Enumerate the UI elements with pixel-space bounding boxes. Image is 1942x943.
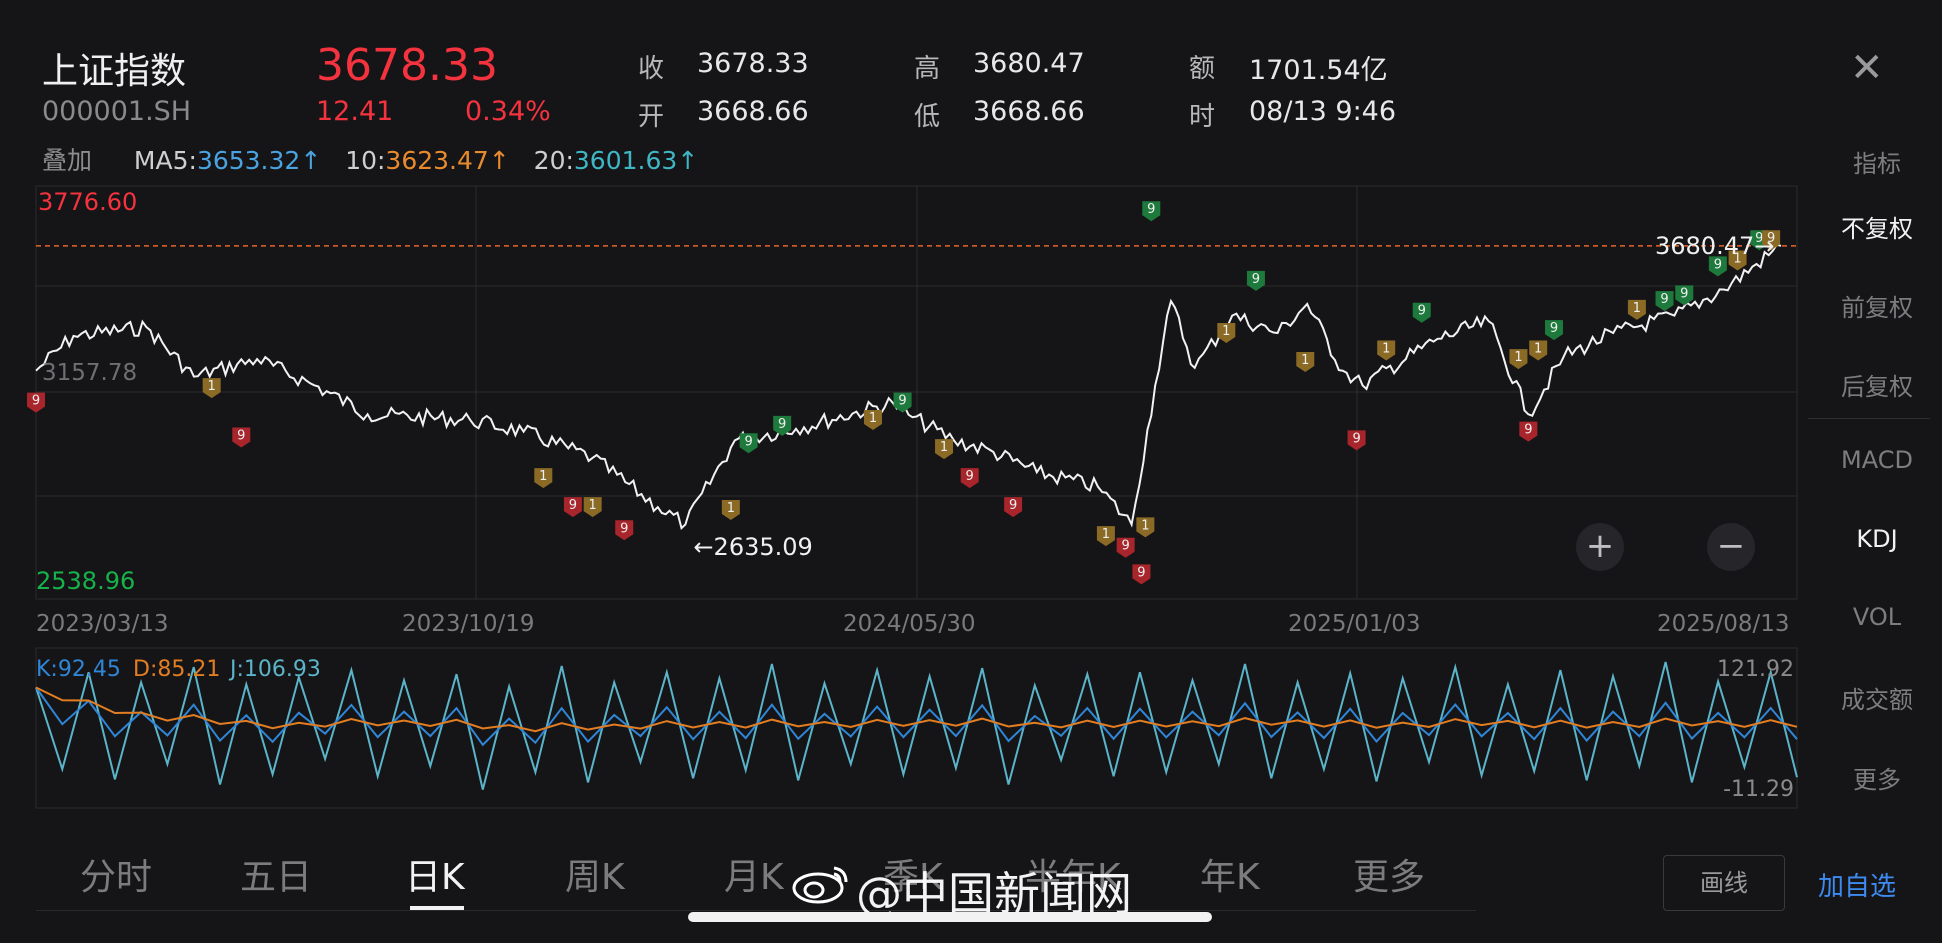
kdj-k-label: K:92.45 — [36, 657, 121, 682]
draw-line-button[interactable]: 画线 — [1663, 855, 1785, 911]
marker-label: 9 — [237, 428, 245, 443]
td-signal-marker: 9 — [1246, 270, 1265, 291]
marker-label: 1 — [940, 440, 948, 455]
x-axis-label: 2025/01/03 — [1288, 611, 1421, 637]
tab-monthly-k[interactable]: 月K — [724, 848, 784, 900]
marker-label: 9 — [1352, 431, 1360, 446]
marker-label: 1 — [539, 469, 547, 484]
marker-label: 9 — [1550, 321, 1558, 336]
zoom-in-button[interactable]: + — [1576, 523, 1624, 571]
marker-label: 1 — [1534, 341, 1542, 356]
marker-label: 1 — [1514, 350, 1522, 365]
td-signal-marker: 1 — [1096, 526, 1115, 547]
y-mid-label: 3157.78 — [42, 360, 137, 386]
marker-label: 9 — [1660, 292, 1668, 307]
tab-bar-divider — [36, 910, 1476, 911]
kdj-max-label: 121.92 — [1717, 657, 1794, 682]
td-signal-marker: 1 — [1627, 299, 1646, 320]
marker-label: 1 — [1633, 301, 1641, 316]
weibo-logo-icon — [792, 866, 848, 904]
kdj-min-label: -11.29 — [1723, 777, 1794, 802]
td-signal-marker: 9 — [1116, 537, 1135, 558]
marker-label: 1 — [869, 411, 877, 426]
marker-label: 9 — [1252, 272, 1260, 287]
td-signal-marker: 1 — [935, 439, 954, 460]
td-signal-marker: 9 — [563, 497, 582, 518]
chart-canvas[interactable]: 91919 19199 1919919199911919191919 99 19 9←26… — [0, 0, 1942, 943]
marker-label: 9 — [898, 394, 906, 409]
marker-label: 9 — [1137, 565, 1145, 580]
td-signal-marker: 1 — [1529, 340, 1548, 361]
marker-label: 1 — [1301, 353, 1309, 368]
td-signal-marker: 9 — [1412, 302, 1431, 323]
td-signal-marker: 1 — [202, 378, 221, 399]
marker-label: 9 — [569, 498, 577, 513]
kdj-d-label: D:85.21 — [133, 657, 220, 682]
tab-intraday[interactable]: 分时 — [80, 848, 152, 900]
marker-label: 9 — [1524, 423, 1532, 438]
kdj-j-label: J:106.93 — [228, 657, 321, 682]
td-signal-marker: 9 — [1675, 285, 1694, 306]
home-indicator — [688, 912, 1212, 922]
td-signal-marker: 9 — [1519, 421, 1538, 442]
td-signal-marker: 1 — [1377, 340, 1396, 361]
td-signal-marker: 1 — [583, 497, 602, 518]
tab-more[interactable]: 更多 — [1353, 848, 1425, 900]
td-signal-marker: 9 — [739, 433, 758, 454]
tab-daily-k[interactable]: 日K — [405, 848, 465, 900]
price-line — [35, 243, 1782, 530]
marker-label: 9 — [778, 417, 786, 432]
marker-label: 9 — [620, 521, 628, 536]
marker-label: 1 — [589, 498, 597, 513]
marker-label: 9 — [1147, 202, 1155, 217]
marker-label: 1 — [208, 379, 216, 394]
marker-label: 9 — [744, 434, 752, 449]
marker-label: 9 — [1418, 304, 1426, 319]
td-signal-marker: 1 — [1136, 517, 1155, 538]
td-signal-marker: 9 — [893, 392, 912, 413]
marker-label: 1 — [1102, 527, 1110, 542]
kdj-chart: K:92.45 D:85.21 J:106.93 121.92 -11.29 — [35, 657, 1798, 802]
td-signal-marker: 9 — [232, 427, 251, 448]
marker-label: 9 — [966, 469, 974, 484]
min-annotation: ←2635.09 — [693, 533, 812, 561]
td-signal-marker: 1 — [1509, 349, 1528, 370]
kdj-k-line — [35, 686, 1798, 747]
td-signal-marker: 1 — [1296, 352, 1315, 373]
price-chart: 91919 19199 1919919199911919191919 99 19 9←26… — [27, 188, 1797, 637]
marker-label: 9 — [1121, 539, 1129, 554]
marker-label: 9 — [1009, 498, 1017, 513]
marker-label: 1 — [727, 501, 735, 516]
td-signal-marker: 9 — [1142, 201, 1161, 222]
td-signal-marker: 1 — [863, 410, 882, 431]
y-min-label: 2538.96 — [36, 567, 135, 595]
marker-label: 9 — [32, 394, 40, 409]
x-axis-label: 2025/08/13 — [1657, 611, 1790, 637]
td-signal-marker: 9 — [1004, 497, 1023, 518]
tab-five-day[interactable]: 五日 — [240, 848, 312, 900]
x-axis-label: 2023/03/13 — [36, 611, 169, 637]
td-signal-marker: 9 — [615, 520, 634, 541]
td-signal-marker: 9 — [27, 392, 45, 413]
td-signal-marker: 1 — [721, 499, 740, 520]
td-signal-marker: 9 — [1132, 564, 1151, 585]
marker-label: 1 — [1141, 518, 1149, 533]
x-axis-label: 2024/05/30 — [843, 611, 976, 637]
tab-yearly-k[interactable]: 年K — [1200, 848, 1260, 900]
max-annotation: 3680.47→ — [1655, 232, 1774, 260]
add-watchlist-button[interactable]: 加自选 — [1818, 866, 1896, 903]
y-max-label: 3776.60 — [38, 188, 137, 216]
zoom-out-button[interactable]: − — [1707, 523, 1755, 571]
td-signal-marker: 9 — [1544, 320, 1563, 341]
marker-label: 1 — [1222, 324, 1230, 339]
marker-label: 9 — [1680, 286, 1688, 301]
x-axis-label: 2023/10/19 — [402, 611, 535, 637]
td-signal-marker: 9 — [1655, 291, 1674, 312]
td-signal-marker: 1 — [534, 468, 553, 489]
td-signal-marker: 9 — [1347, 430, 1366, 451]
td-signal-marker: 9 — [960, 468, 979, 489]
td-signal-marker: 1 — [1217, 323, 1236, 344]
tab-weekly-k[interactable]: 周K — [565, 848, 625, 900]
marker-label: 1 — [1382, 341, 1390, 356]
